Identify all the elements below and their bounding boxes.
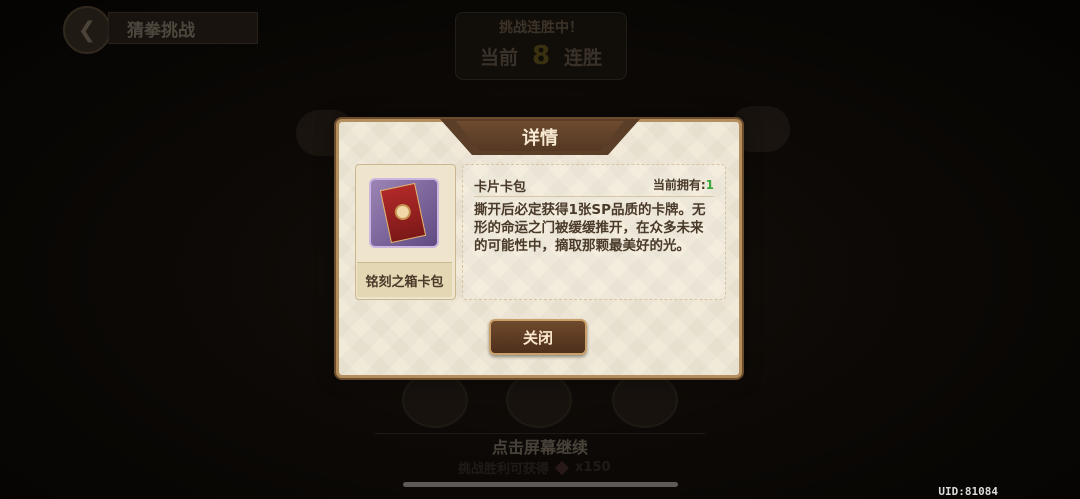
item-description: 撕开后必定获得1张SP品质的卡牌。无形的命运之门被缓缓推开，在众多未来的可能性中…	[474, 202, 706, 254]
item-type: 卡片卡包	[474, 180, 527, 195]
dialog-title: 详情	[522, 128, 558, 149]
owned-number: 1	[705, 178, 714, 192]
uid-label: UID:81084	[938, 485, 998, 498]
home-indicator[interactable]	[403, 482, 678, 487]
item-name: 铭刻之箱卡包	[357, 262, 452, 297]
owned-label: 当前拥有:	[652, 178, 706, 192]
seal-icon	[393, 202, 413, 222]
close-button[interactable]: 关闭	[489, 319, 587, 355]
card-pack-icon	[379, 182, 427, 244]
description-divider	[474, 196, 714, 197]
owned-count: 当前拥有:1	[653, 176, 714, 193]
card-pack-image	[369, 178, 439, 248]
